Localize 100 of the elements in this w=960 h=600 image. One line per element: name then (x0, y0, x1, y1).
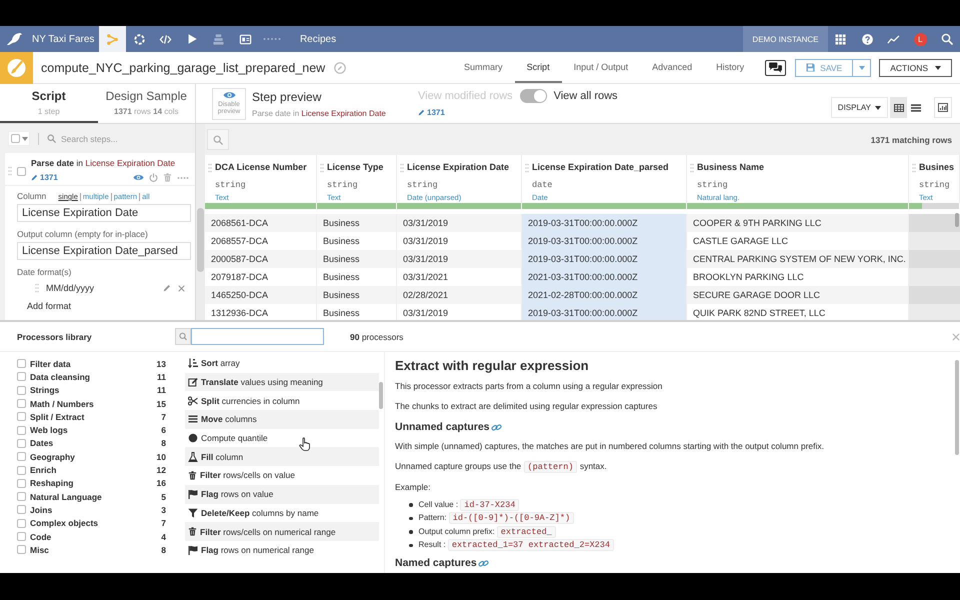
link-icon[interactable] (478, 558, 489, 568)
category-count: 16 (156, 478, 166, 488)
dashboard-icon[interactable] (238, 32, 252, 46)
trash-icon (188, 527, 197, 536)
scrollbar[interactable] (955, 360, 959, 455)
table-cell: 2000587-DCA (205, 250, 317, 268)
processor-item[interactable]: Fill column (185, 447, 379, 466)
table-view-button[interactable] (890, 97, 907, 118)
checkbox[interactable] (17, 492, 26, 502)
column-name: License Type (327, 162, 384, 172)
category-count: 5 (161, 492, 166, 502)
count-link[interactable]: 1371 (31, 173, 58, 182)
column-type: string (697, 180, 728, 190)
category-label: Data cleansing (30, 372, 90, 382)
scrollbar[interactable] (955, 213, 959, 227)
checkbox[interactable] (17, 452, 26, 462)
table-cell: 2019-03-31T00:00:00.000Z (522, 232, 687, 250)
code-icon[interactable] (159, 32, 172, 46)
save-menu-button[interactable] (853, 58, 872, 76)
power-icon[interactable] (149, 173, 158, 182)
avatar[interactable]: L (914, 32, 927, 46)
category-label: Joins (30, 504, 52, 515)
processor-item[interactable]: Sort array (185, 354, 379, 373)
preview-subtitle: Parse date in License Expiration Date (252, 108, 386, 118)
cycle-icon[interactable] (132, 32, 146, 46)
project-name[interactable]: NY Taxi Fares (32, 34, 94, 44)
checkbox[interactable] (17, 532, 26, 541)
add-format-link[interactable]: Add format (27, 301, 72, 311)
scrollbar[interactable] (197, 208, 204, 272)
processor-item[interactable]: Translate values using meaning (185, 372, 379, 392)
view-all-label[interactable]: View all rows (554, 90, 618, 102)
checkbox[interactable] (17, 518, 26, 528)
checkbox[interactable] (17, 478, 26, 488)
trash-icon[interactable] (163, 173, 172, 182)
recipe-tab[interactable]: Input / Output (562, 52, 640, 83)
checkbox[interactable] (17, 399, 26, 408)
processor-item[interactable]: Compute quantile (185, 428, 379, 448)
close-icon[interactable] (952, 332, 960, 340)
category-label: Split / Extract (30, 412, 84, 422)
search-field[interactable] (191, 328, 324, 345)
processor-item[interactable]: Filter rows/cells on numerical range (185, 522, 379, 541)
scrollbar[interactable] (379, 382, 383, 409)
category-label: Math / Numbers (30, 398, 94, 409)
recipe-tab[interactable]: History (704, 52, 756, 83)
flag-icon (188, 489, 198, 500)
processor-item[interactable]: Filter rows/cells on value (185, 466, 379, 485)
link-icon[interactable] (490, 422, 502, 432)
panel-tab[interactable]: Design Sample 1371 rows 14 cols (98, 84, 195, 123)
pencil-icon[interactable] (163, 284, 171, 292)
search-button[interactable] (207, 129, 229, 150)
bird-logo-icon[interactable] (6, 32, 22, 46)
trend-icon[interactable] (887, 34, 900, 44)
more-icon[interactable] (177, 176, 189, 180)
processor-item[interactable]: Move columns (185, 410, 379, 429)
flow-icon[interactable] (106, 32, 120, 46)
checkbox[interactable] (17, 167, 26, 176)
checkbox[interactable] (17, 412, 26, 422)
checkbox[interactable] (17, 545, 26, 554)
eye-icon[interactable] (222, 91, 236, 100)
checkbox[interactable] (17, 372, 26, 382)
select-dropdown[interactable] (8, 131, 30, 146)
recipe-tab[interactable]: Advanced (640, 52, 704, 83)
checkbox[interactable] (17, 466, 26, 475)
apps-grid-icon[interactable] (835, 34, 846, 44)
display-dropdown[interactable]: DISPLAY (830, 97, 888, 118)
processor-item[interactable]: Split currencies in column (185, 391, 379, 410)
description-text: Unnamed capture groups use the (pattern) syntax. (395, 460, 608, 473)
table-cell: 2019-03-31T00:00:00.000Z (522, 304, 687, 320)
close-icon[interactable] (178, 284, 185, 292)
chart-button[interactable] (934, 97, 952, 118)
column-name: DCA License Number (215, 162, 307, 172)
actions-button[interactable]: ACTIONS (879, 58, 952, 76)
checkbox[interactable] (17, 505, 26, 514)
discussion-button[interactable] (765, 60, 786, 76)
processor-item[interactable]: Delete/Keep columns by name (185, 504, 379, 522)
category-label: Strings (30, 385, 60, 396)
search-icon[interactable] (940, 33, 953, 45)
checkbox[interactable] (17, 438, 26, 448)
breadcrumb-link[interactable]: Recipes (300, 34, 336, 44)
recipe-tab[interactable]: Summary (452, 52, 515, 83)
checkbox[interactable] (17, 426, 26, 435)
category-count: 4 (161, 532, 166, 542)
checkbox[interactable] (17, 386, 26, 395)
checkbox[interactable] (17, 359, 26, 368)
processor-item[interactable]: Flag rows on value (185, 484, 379, 504)
table-cell: SECURE GARAGE DOOR LLC (687, 286, 909, 304)
checkbox-icon (10, 134, 20, 143)
list-icon (910, 104, 920, 112)
column-name: License Expiration Date_parsed (532, 162, 669, 172)
eye-icon[interactable] (133, 174, 144, 182)
toggle-switch[interactable] (520, 89, 547, 103)
search-field[interactable]: Search steps... (61, 132, 181, 145)
help-icon[interactable] (862, 34, 873, 44)
play-icon[interactable] (186, 33, 198, 45)
step-title[interactable]: Parse date in License Expiration Date (31, 158, 189, 168)
edit-icon[interactable] (334, 62, 346, 74)
processor-item[interactable]: Flag rows on numerical range (185, 540, 379, 560)
output-column-field[interactable]: License Expiration Date_parsed (17, 242, 191, 260)
column-field[interactable]: License Expiration Date (17, 204, 191, 222)
count-link[interactable]: 1371 (418, 108, 445, 117)
